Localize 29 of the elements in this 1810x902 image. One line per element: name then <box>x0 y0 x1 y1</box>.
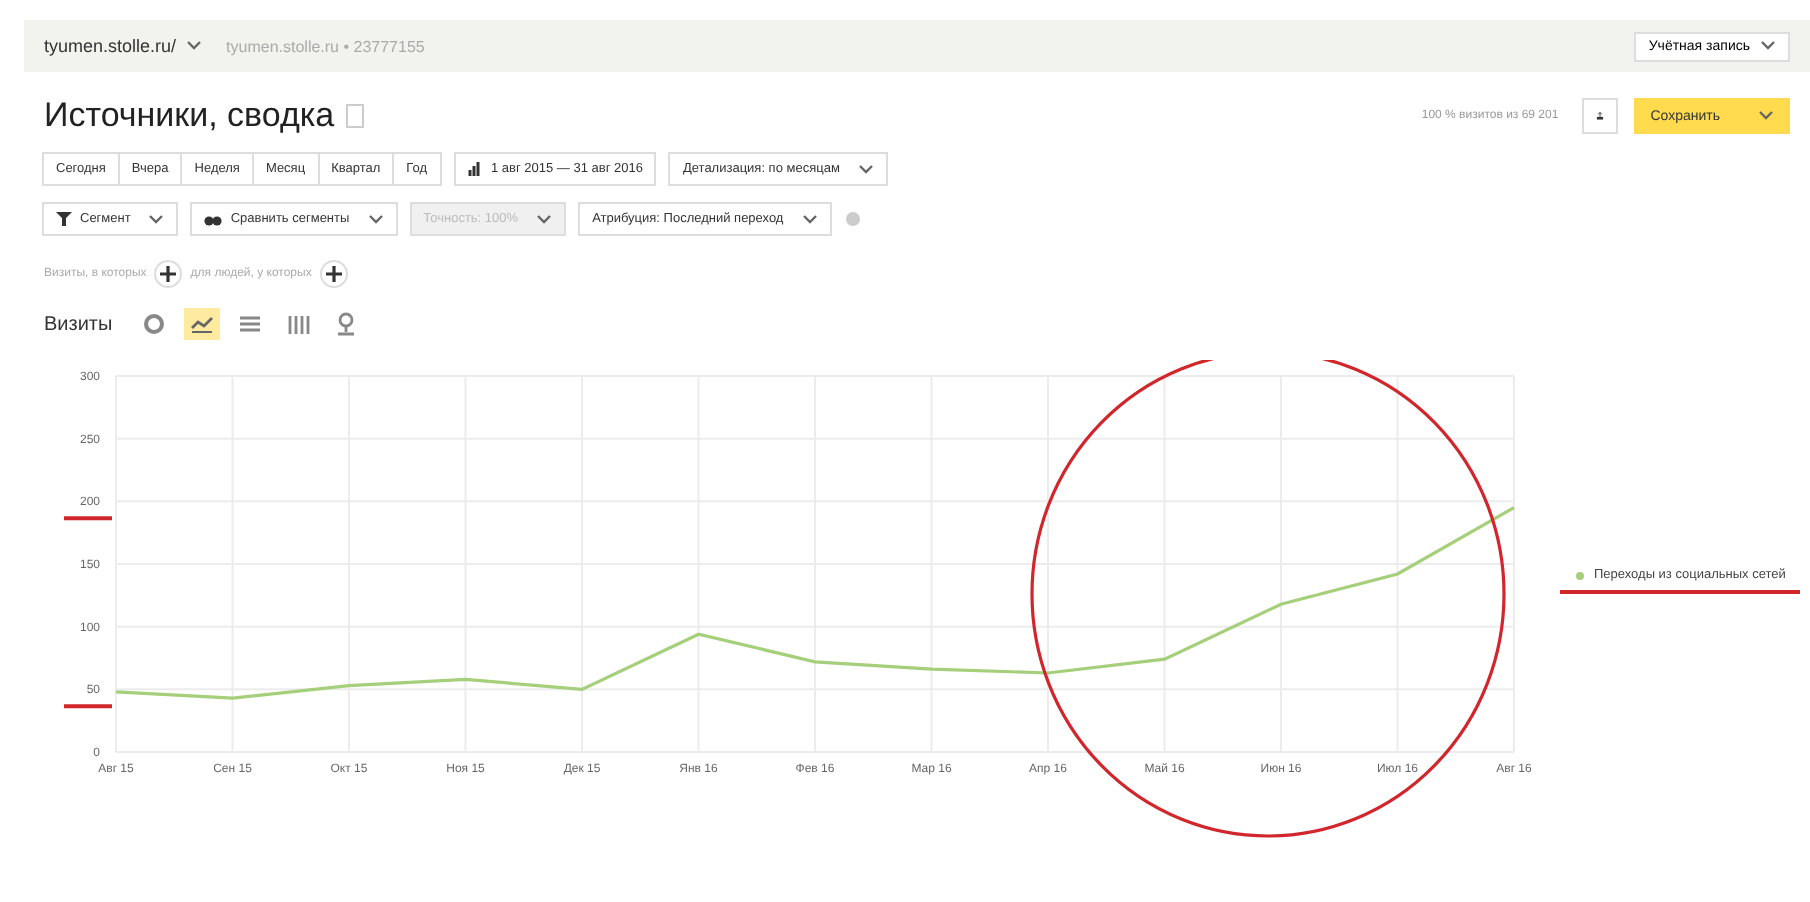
add-condition-button[interactable] <box>154 260 183 288</box>
chevron-icon <box>1758 110 1774 122</box>
chevron-icon <box>148 213 165 225</box>
line-chart-tab[interactable] <box>184 308 221 340</box>
underline-mark <box>64 704 112 709</box>
chevron-icon <box>536 213 553 225</box>
line-chart-icon <box>190 312 215 336</box>
plus-icon <box>325 266 342 282</box>
add-condition-button[interactable] <box>319 260 348 288</box>
chevron-icon <box>857 163 874 175</box>
bar-chart-icon <box>467 162 483 176</box>
chevron-icon <box>367 213 384 225</box>
chevron-icon <box>801 213 818 225</box>
chevron-icon <box>1760 40 1776 52</box>
metric-label: Визиты <box>44 313 113 335</box>
counter-id: tyumen.stolle.ru • 23777155 <box>226 37 425 55</box>
columns-icon <box>286 312 311 336</box>
site-selector[interactable]: tyumen.stolle.ru/ <box>44 36 203 56</box>
export-button[interactable] <box>1582 98 1619 134</box>
page-title: Источники, сводка <box>44 96 335 136</box>
upload-icon <box>1596 106 1605 126</box>
chevron-icon <box>186 40 203 52</box>
plus-icon <box>160 266 177 282</box>
circles-icon <box>204 212 223 226</box>
ring-icon <box>142 312 167 336</box>
stripes-icon <box>238 312 263 336</box>
pin-icon <box>334 312 359 336</box>
underline-mark <box>64 516 112 521</box>
filter-icon <box>56 212 72 226</box>
